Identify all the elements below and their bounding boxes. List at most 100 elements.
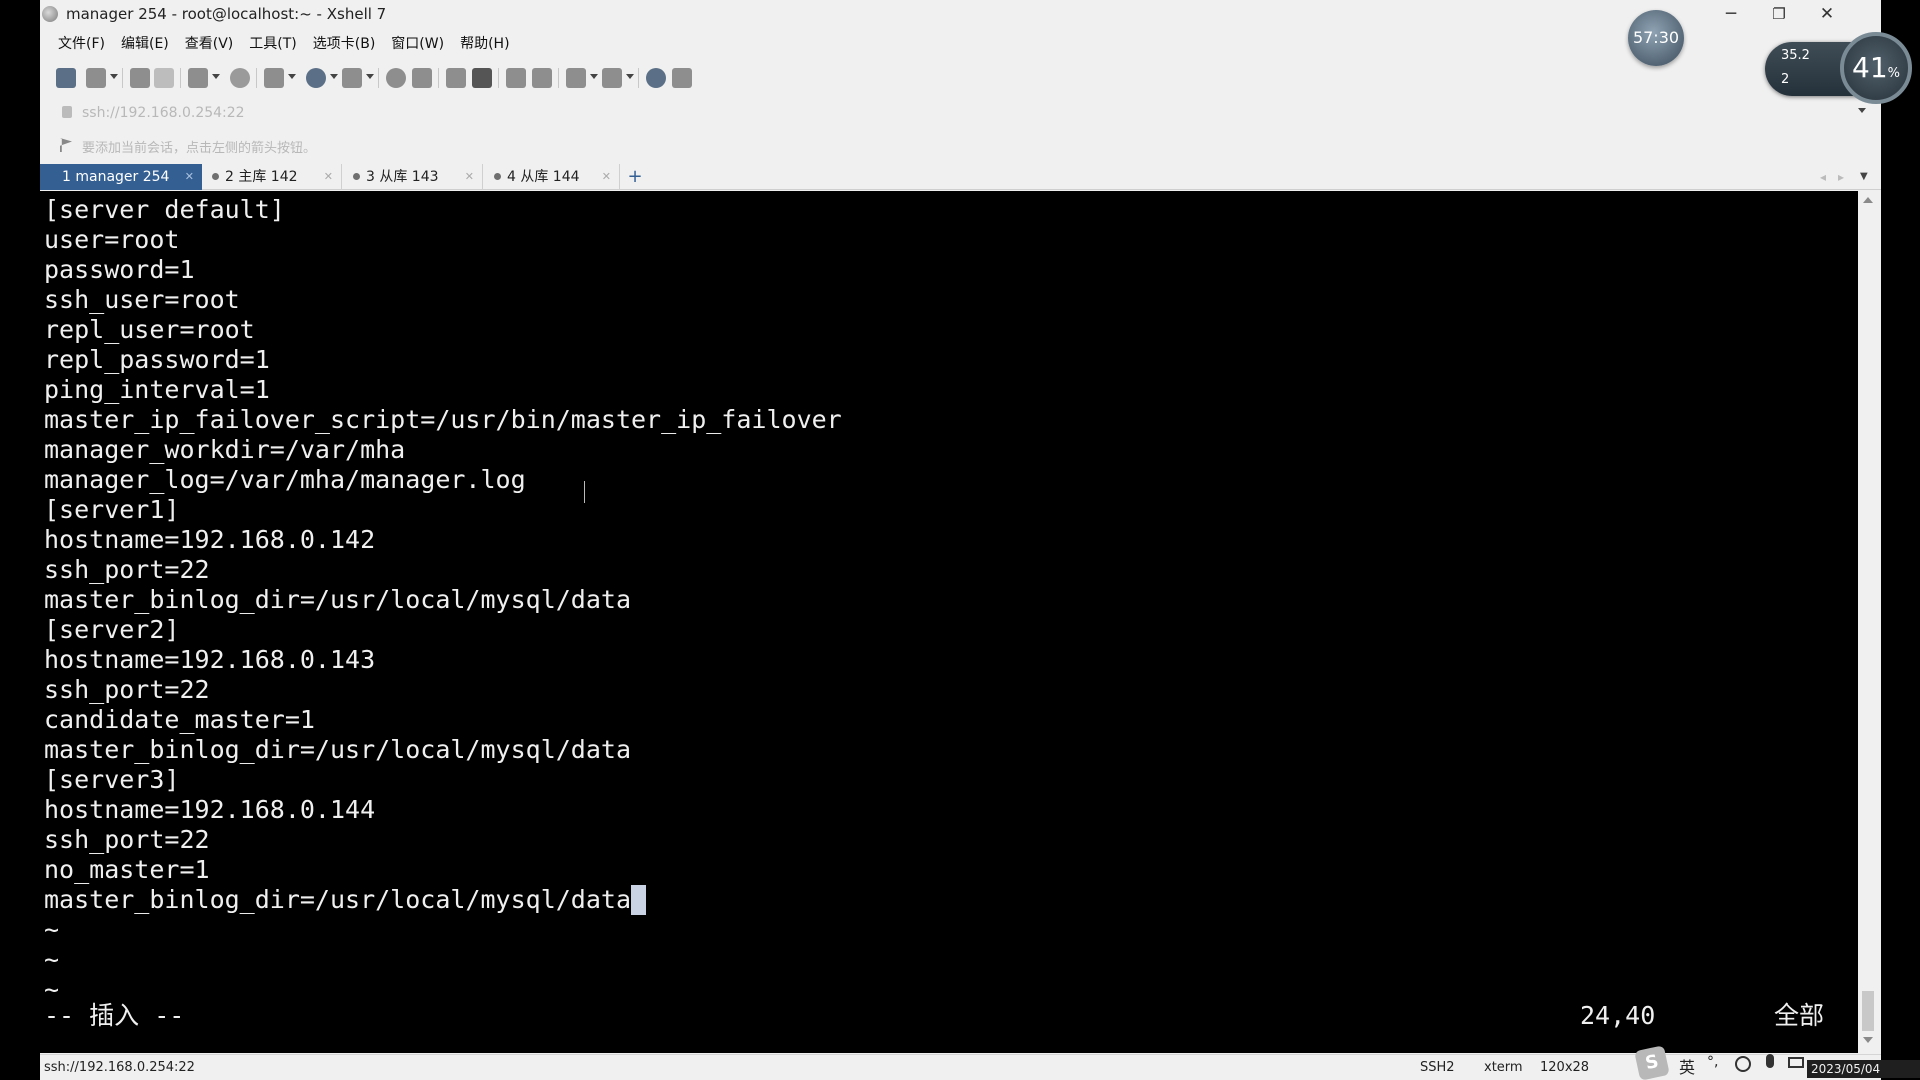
toolbar-separator [122,68,123,88]
microphone-icon[interactable] [1766,1054,1774,1068]
globe-icon[interactable] [306,68,326,88]
toolbar [52,64,852,92]
help-icon[interactable] [646,68,666,88]
terminal-line-text: manager_workdir=/var/mha [44,435,406,464]
chevron-down-icon[interactable] [110,74,118,79]
tab-list-chevron-icon[interactable]: ▼ [1860,164,1874,190]
terminal-line-text: manager_log=/var/mha/manager.log [44,465,526,494]
terminal-line: hostname=192.168.0.142 [44,525,842,555]
tab-manager-254[interactable]: 1 manager 254 ✕ [40,164,202,190]
chevron-down-icon[interactable] [366,74,374,79]
tab-label: 3 从库 143 [366,169,439,185]
chat-icon[interactable] [672,68,692,88]
add-tab-button[interactable]: + [622,164,648,190]
menu-help[interactable]: 帮助(H) [452,32,517,56]
open-session-icon[interactable] [86,68,106,88]
close-icon[interactable]: ✕ [602,164,611,190]
terminal-line: master_binlog_dir=/usr/local/mysql/data [44,735,842,765]
keyboard-icon[interactable] [506,68,526,88]
ime-punctuation-toggle[interactable]: °, [1707,1054,1718,1070]
xftp-icon[interactable] [386,68,406,88]
terminal-line: ssh_port=22 [44,675,842,705]
disconnect-icon[interactable] [154,68,174,88]
status-bar: ssh://192.168.0.254:22 SSH2 xterm 120x28 [40,1054,1881,1080]
terminal-line: manager_log=/var/mha/manager.log [44,465,842,495]
reconnect-icon[interactable] [130,68,150,88]
terminal-line-text: ssh_user=root [44,285,240,314]
screen: manager 254 - root@localhost:~ - Xshell … [0,0,1920,1080]
menu-file[interactable]: 文件(F) [50,32,113,56]
chevron-down-icon[interactable] [212,74,220,79]
recording-timer-badge[interactable]: 57:30 [1628,10,1684,66]
menu-edit[interactable]: 编辑(E) [113,32,177,56]
vertical-scrollbar[interactable] [1858,191,1878,1053]
tab-slave-143[interactable]: 3 从库 143 ✕ [343,164,483,190]
terminal-line-text: no_master=1 [44,855,210,884]
tab-master-142[interactable]: 2 主库 142 ✕ [202,164,342,190]
tab-label: 2 主库 142 [225,169,298,185]
address-bar[interactable]: ssh://192.168.0.254:22 [40,100,1881,126]
terminal-line: master_binlog_dir=/usr/local/mysql/data [44,585,842,615]
toolbar-separator [558,68,559,88]
status-dot-icon [212,173,219,180]
terminal-line: manager_workdir=/var/mha [44,435,842,465]
copy-icon[interactable] [264,68,284,88]
cpu-usage-widget[interactable]: 41% [1840,32,1912,104]
terminal-line-text: hostname=192.168.0.144 [44,795,376,824]
terminal-line: hostname=192.168.0.144 [44,795,842,825]
terminal-line-text: hostname=192.168.0.143 [44,645,376,674]
close-icon[interactable]: ✕ [185,164,194,190]
terminal-line: ping_interval=1 [44,375,842,405]
address-field[interactable]: ssh://192.168.0.254:22 [82,105,245,121]
mouse-ibeam-cursor [584,481,592,503]
arrow-flag-icon[interactable] [60,138,72,152]
new-session-icon[interactable] [56,68,76,88]
status-connection: ssh://192.168.0.254:22 [44,1060,195,1075]
terminal-lines: [server default] user=root password=1 ssh_u… [44,195,842,1005]
chevron-down-icon[interactable] [330,74,338,79]
terminal-line-text: ~ [44,975,60,1004]
terminal-line-text: ssh_port=22 [44,555,210,584]
chevron-down-icon[interactable] [590,74,598,79]
tab-slave-144[interactable]: 4 从库 144 ✕ [484,164,620,190]
close-icon[interactable]: ✕ [465,164,474,190]
chevron-down-icon[interactable] [626,74,634,79]
search-icon[interactable] [230,68,250,88]
layout-icon[interactable] [602,68,622,88]
terminal-line: ssh_user=root [44,285,842,315]
menu-tools[interactable]: 工具(T) [241,32,304,56]
menu-window[interactable]: 窗口(W) [383,32,452,56]
keyboard-icon[interactable] [1788,1057,1804,1068]
font-icon[interactable] [342,68,362,88]
chevron-down-icon[interactable] [1858,108,1866,113]
sogou-ime-icon[interactable]: S [1634,1045,1670,1080]
tab-scroll-right-icon[interactable]: ▸ [1838,164,1852,190]
pen-icon[interactable] [532,68,552,88]
tab-bar: 1 manager 254 ✕ 2 主库 142 ✕ 3 从库 143 ✕ 4 … [40,164,1881,190]
scroll-up-arrow-icon[interactable] [1863,197,1873,203]
xshell-app-icon[interactable] [42,6,58,22]
tab-scroll-left-icon[interactable]: ◂ [1820,164,1834,190]
close-button[interactable]: ✕ [1804,0,1850,28]
terminal-line: repl_user=root [44,315,842,345]
close-icon[interactable]: ✕ [324,164,333,190]
transfer-icon[interactable] [188,68,208,88]
menu-tabs[interactable]: 选项卡(B) [305,32,384,56]
minimize-button[interactable]: ─ [1708,0,1754,28]
scroll-down-arrow-icon[interactable] [1863,1037,1873,1043]
scroll-thumb[interactable] [1862,991,1874,1031]
lock-icon[interactable] [472,68,492,88]
tunnel-icon[interactable] [412,68,432,88]
toolbar-separator [256,68,257,88]
terminal-area[interactable]: [server default] user=root password=1 ssh_u… [40,191,1858,1053]
session-hint-bar: 要添加当前会话，点击左侧的箭头按钮。 [40,132,1881,158]
status-dot-icon [353,173,360,180]
menu-view[interactable]: 查看(V) [177,32,242,56]
maximize-button[interactable]: ❐ [1756,0,1802,28]
chevron-down-icon[interactable] [288,74,296,79]
toolbar-separator [180,68,181,88]
fullscreen-icon[interactable] [446,68,466,88]
script-icon[interactable] [566,68,586,88]
ime-language-toggle[interactable]: 英 [1679,1054,1695,1078]
emoji-icon[interactable] [1735,1056,1751,1072]
